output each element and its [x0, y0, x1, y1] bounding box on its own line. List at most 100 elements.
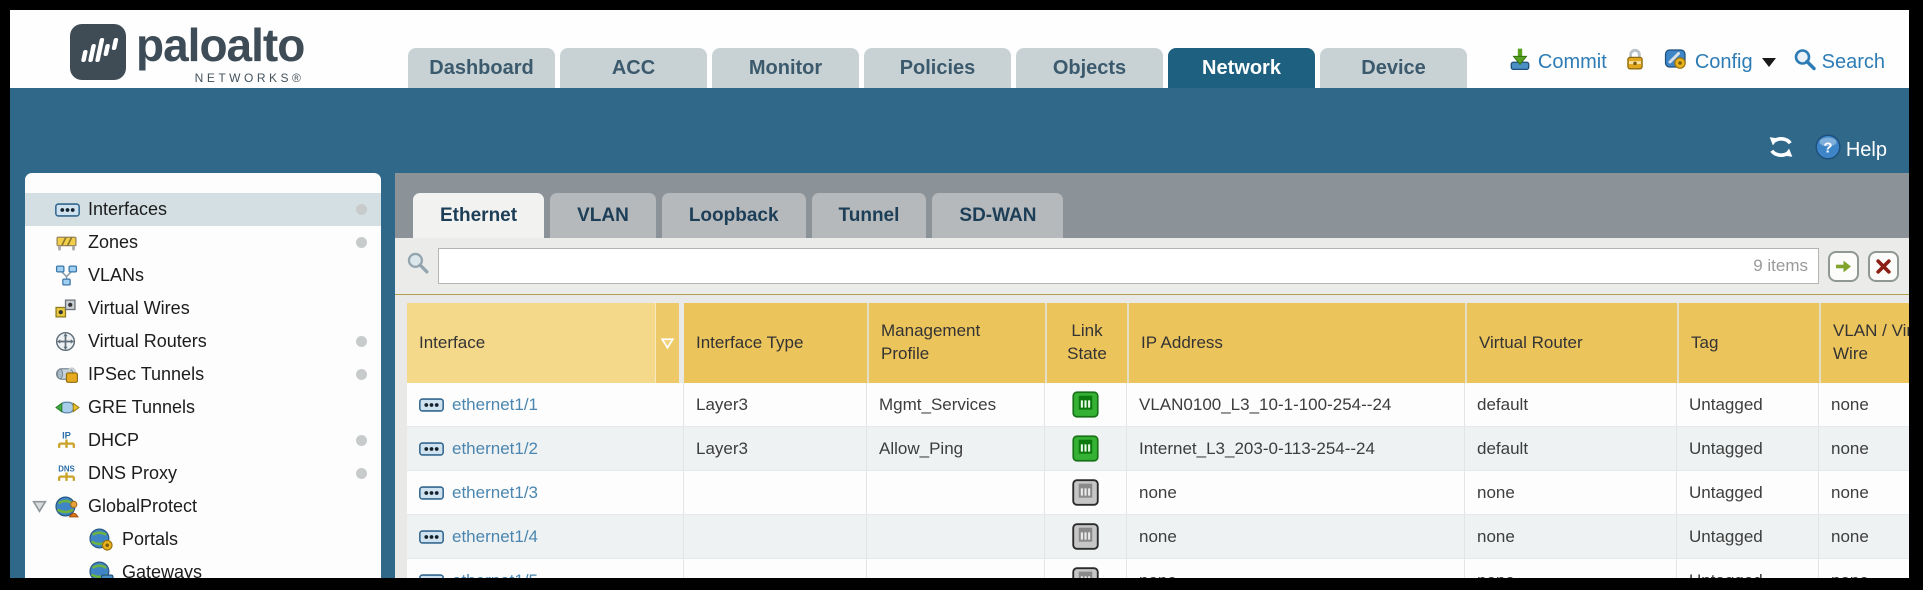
cell-text: Untagged	[1689, 483, 1763, 503]
svg-text:IP: IP	[62, 430, 71, 440]
search-icon	[1793, 48, 1816, 77]
cell-text: Untagged	[1689, 439, 1763, 459]
tab-device[interactable]: Device	[1320, 48, 1467, 88]
subtab-loopback[interactable]: Loopback	[662, 193, 806, 238]
cell-tag: Untagged	[1677, 515, 1819, 558]
cell-text: none	[1139, 483, 1177, 503]
items-count: 9 items	[1753, 256, 1818, 276]
subtab-ethernet[interactable]: Ethernet	[413, 193, 544, 238]
column-header-link[interactable]: LinkState	[1045, 303, 1127, 383]
tab-label: Objects	[1053, 57, 1126, 80]
search-button[interactable]: Search	[1793, 48, 1885, 77]
table-row[interactable]: ethernet1/1Layer3Mgmt_ServicesVLAN0100_L…	[407, 383, 1909, 427]
help-button[interactable]: ? Help	[1815, 134, 1887, 166]
sidebar-item-label: Virtual Routers	[88, 331, 207, 352]
subtab-vlan[interactable]: VLAN	[550, 193, 656, 238]
sidebar-item-virtual-wires[interactable]: Virtual Wires	[25, 292, 381, 325]
lock-button[interactable]	[1624, 47, 1646, 77]
cell-mgmt	[867, 515, 1045, 558]
sidebar-item-interfaces[interactable]: Interfaces	[25, 193, 381, 226]
tab-policies[interactable]: Policies	[864, 48, 1011, 88]
sidebar-item-gateways[interactable]: Gateways	[25, 556, 381, 578]
subtab-tunnel[interactable]: Tunnel	[812, 193, 927, 238]
sidebar-item-portals[interactable]: Portals	[25, 523, 381, 556]
cell-text: Untagged	[1689, 395, 1763, 415]
interface-link[interactable]: ethernet1/5	[452, 571, 538, 579]
interface-link[interactable]: ethernet1/4	[452, 527, 538, 547]
column-header-tag[interactable]: Tag	[1677, 303, 1819, 383]
expand-triangle-icon[interactable]	[32, 500, 55, 513]
paloalto-logo-icon	[70, 24, 126, 85]
help-label: Help	[1846, 139, 1887, 162]
cell-link	[1045, 383, 1127, 426]
sidebar-item-label: IPSec Tunnels	[88, 364, 204, 385]
cell-text: Internet_L3_203-0-113-254--24	[1139, 439, 1375, 459]
table-row[interactable]: ethernet1/5nonenoneUntaggednone	[407, 559, 1909, 578]
refresh-icon[interactable]	[1767, 135, 1795, 165]
subtab-label: SD-WAN	[959, 205, 1036, 227]
status-bar-actions: ? Help	[1767, 134, 1887, 166]
column-header-mgmt[interactable]: ManagementProfile	[867, 303, 1045, 383]
table-row[interactable]: ethernet1/4nonenoneUntaggednone	[407, 515, 1909, 559]
cell-text: none	[1831, 483, 1869, 503]
item-dot	[356, 336, 367, 347]
sidebar-item-gre-tunnels[interactable]: GRE Tunnels	[25, 391, 381, 424]
table-row[interactable]: ethernet1/2Layer3Allow_PingInternet_L3_2…	[407, 427, 1909, 471]
ethernet-interface-icon	[419, 530, 444, 544]
gre-tunnels-icon	[55, 399, 82, 416]
config-button[interactable]: Config	[1663, 47, 1776, 77]
subtab-label: Ethernet	[440, 205, 517, 227]
interface-link[interactable]: ethernet1/1	[452, 395, 538, 415]
cell-text: none	[1139, 527, 1177, 547]
sidebar-item-ipsec-tunnels[interactable]: IPSec Tunnels	[25, 358, 381, 391]
filter-input[interactable]	[439, 249, 1753, 283]
tab-dashboard[interactable]: Dashboard	[408, 48, 555, 88]
cell-link	[1045, 515, 1127, 558]
sort-dropdown-icon[interactable]	[655, 303, 679, 383]
tab-network[interactable]: Network	[1168, 48, 1315, 88]
tab-label: Dashboard	[429, 57, 533, 80]
subtab-label: Loopback	[689, 205, 779, 227]
cell-text: Layer3	[696, 395, 748, 415]
clear-filter-button[interactable]	[1868, 251, 1899, 282]
cell-text: none	[1831, 571, 1869, 579]
column-header-ip[interactable]: IP Address	[1127, 303, 1465, 383]
sidebar-nav: Interfaces Zones VLANs Virtual Wires Vir…	[25, 173, 381, 578]
ipsec-tunnels-icon	[55, 365, 82, 384]
apply-filter-button[interactable]	[1828, 251, 1859, 282]
ethernet-interface-icon	[419, 486, 444, 500]
dns-proxy-icon: DNS	[55, 463, 82, 484]
tab-objects[interactable]: Objects	[1016, 48, 1163, 88]
tab-monitor[interactable]: Monitor	[712, 48, 859, 88]
sidebar-item-dhcp[interactable]: IP DHCP	[25, 424, 381, 457]
cell-link	[1045, 427, 1127, 470]
sidebar-item-globalprotect[interactable]: GlobalProtect	[25, 490, 381, 523]
cell-vr: default	[1465, 427, 1677, 470]
column-header-vr[interactable]: Virtual Router	[1465, 303, 1677, 383]
link-state-down-icon	[1072, 567, 1099, 578]
column-header-vlan[interactable]: VLAN / VirtualWire	[1819, 303, 1909, 383]
subtab-sd-wan[interactable]: SD-WAN	[932, 193, 1063, 238]
config-icon	[1663, 47, 1689, 77]
chevron-down-icon	[1762, 58, 1776, 67]
help-icon: ?	[1815, 134, 1841, 166]
table-row[interactable]: ethernet1/3nonenoneUntaggednone	[407, 471, 1909, 515]
commit-button[interactable]: Commit	[1508, 47, 1607, 77]
gateways-icon	[89, 561, 116, 578]
sidebar-item-zones[interactable]: Zones	[25, 226, 381, 259]
cell-text: none	[1477, 527, 1515, 547]
zones-icon	[55, 233, 82, 252]
column-header-interface[interactable]: Interface	[407, 303, 679, 383]
column-label: Profile	[881, 343, 980, 366]
top-header: paloalto NETWORKS® DashboardACCMonitorPo…	[10, 10, 1909, 88]
tab-label: Device	[1361, 57, 1426, 80]
sidebar-item-dns-proxy[interactable]: DNS DNS Proxy	[25, 457, 381, 490]
column-header-type[interactable]: Interface Type	[684, 303, 867, 383]
interface-link[interactable]: ethernet1/2	[452, 439, 538, 459]
cell-text: none	[1477, 571, 1515, 579]
sidebar-item-vlans[interactable]: VLANs	[25, 259, 381, 292]
tab-acc[interactable]: ACC	[560, 48, 707, 88]
sidebar-item-virtual-routers[interactable]: Virtual Routers	[25, 325, 381, 358]
interface-link[interactable]: ethernet1/3	[452, 483, 538, 503]
cell-vlan: none	[1819, 559, 1909, 578]
